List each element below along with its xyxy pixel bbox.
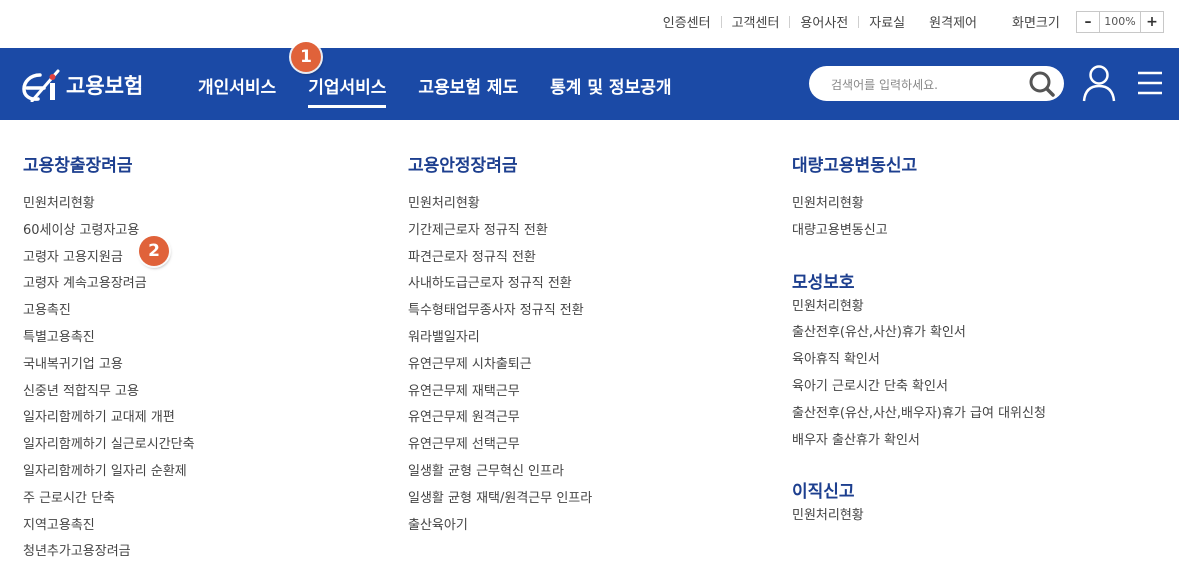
search-input[interactable]: [829, 74, 1023, 96]
util-link-remote-control[interactable]: 원격제어: [915, 12, 987, 31]
zoom-value: 100%: [1099, 12, 1141, 32]
main-nav: 개인서비스 기업서비스 고용보험 제도 통계 및 정보공개: [198, 73, 672, 108]
menu-item[interactable]: 민원처리현황: [792, 294, 1046, 321]
menu-item[interactable]: 일생활 균형 재택/원격근무 인프라: [408, 486, 592, 513]
menu-group-title[interactable]: 대량고용변동신고: [792, 155, 1046, 177]
menu-column-employment-stability: 고용안정장려금 민원처리현황 기간제근로자 정규직 전환 파견근로자 정규직 전…: [408, 155, 592, 539]
menu-item[interactable]: 사내하도급근로자 정규직 전환: [408, 271, 592, 298]
nav-statistics[interactable]: 통계 및 정보공개: [550, 73, 671, 104]
menu-item[interactable]: 청년추가고용장려금: [23, 539, 195, 566]
menu-item[interactable]: 대량고용변동신고: [792, 218, 1046, 245]
menu-item[interactable]: 육아휴직 확인서: [792, 347, 1046, 374]
util-link-customer-center[interactable]: 고객센터: [722, 12, 790, 31]
menu-item[interactable]: 특수형태업무종사자 정규직 전환: [408, 298, 592, 325]
main-header: 고용보험 개인서비스 기업서비스 고용보험 제도 통계 및 정보공개: [0, 48, 1179, 120]
menu-item[interactable]: 배우자 출산휴가 확인서: [792, 428, 1046, 455]
hamburger-menu-icon[interactable]: [1137, 70, 1163, 96]
zoom-control: – 100% +: [1076, 11, 1164, 33]
menu-item[interactable]: 일자리함께하기 일자리 순환제: [23, 459, 195, 486]
menu-item[interactable]: 민원처리현황: [408, 191, 592, 218]
menu-item[interactable]: 지역고용촉진: [23, 513, 195, 540]
menu-group-title[interactable]: 모성보호: [792, 272, 1046, 294]
menu-item[interactable]: 민원처리현황: [23, 191, 195, 218]
menu-item[interactable]: 주 근로시간 단축: [23, 486, 195, 513]
menu-list: 민원처리현황 출산전후(유산,사산)휴가 확인서 육아휴직 확인서 육아기 근로…: [792, 294, 1046, 455]
menu-item[interactable]: 육아기 근로시간 단축 확인서: [792, 374, 1046, 401]
menu-item[interactable]: 국내복귀기업 고용: [23, 352, 195, 379]
menu-item[interactable]: 민원처리현황: [792, 191, 1046, 218]
util-link-library[interactable]: 자료실: [859, 12, 915, 31]
logo-icon: [22, 69, 60, 102]
menu-group-title[interactable]: 고용안정장려금: [408, 155, 592, 177]
step-badge-1: 1: [291, 42, 321, 72]
menu-item[interactable]: 유연근무제 원격근무: [408, 405, 592, 432]
menu-item[interactable]: 고령자 고용지원금: [23, 245, 195, 272]
menu-item[interactable]: 일자리함께하기 실근로시간단축: [23, 432, 195, 459]
menu-item[interactable]: 기간제근로자 정규직 전환: [408, 218, 592, 245]
menu-list: 민원처리현황 기간제근로자 정규직 전환 파견근로자 정규직 전환 사내하도급근…: [408, 191, 592, 539]
menu-item[interactable]: 고령자 계속고용장려금: [23, 271, 195, 298]
menu-column-employment-creation: 고용창출장려금 민원처리현황 60세이상 고령자고용 고령자 고용지원금 고령자…: [23, 155, 195, 566]
nav-insurance-system[interactable]: 고용보험 제도: [418, 73, 518, 104]
nav-personal-services[interactable]: 개인서비스: [198, 73, 276, 104]
menu-item[interactable]: 유연근무제 재택근무: [408, 379, 592, 406]
user-icon[interactable]: [1082, 64, 1116, 102]
zoom-out-button[interactable]: –: [1077, 12, 1099, 32]
menu-item[interactable]: 파견근로자 정규직 전환: [408, 245, 592, 272]
utility-bar: 인증센터 고객센터 용어사전 자료실 원격제어 화면크기 – 100% +: [0, 0, 1179, 48]
util-link-cert-center[interactable]: 인증센터: [653, 12, 721, 31]
menu-item[interactable]: 유연근무제 선택근무: [408, 432, 592, 459]
logo-text: 고용보험: [66, 74, 144, 98]
menu-item[interactable]: 유연근무제 시차출퇴근: [408, 352, 592, 379]
menu-list: 민원처리현황 대량고용변동신고: [792, 191, 1046, 245]
menu-item[interactable]: 특별고용촉진: [23, 325, 195, 352]
menu-item[interactable]: 고용촉진: [23, 298, 195, 325]
menu-list: 민원처리현황: [792, 503, 1046, 530]
menu-item[interactable]: 워라밸일자리: [408, 325, 592, 352]
menu-group-title[interactable]: 고용창출장려금: [23, 155, 195, 177]
search-icon[interactable]: [1028, 70, 1056, 98]
menu-item[interactable]: 일자리함께하기 교대제 개편: [23, 405, 195, 432]
utility-links: 인증센터 고객센터 용어사전 자료실 원격제어: [653, 12, 987, 31]
menu-item[interactable]: 일생활 균형 근무혁신 인프라: [408, 459, 592, 486]
menu-list: 민원처리현황 60세이상 고령자고용 고령자 고용지원금 고령자 계속고용장려금…: [23, 191, 195, 566]
menu-item[interactable]: 출산육아기: [408, 513, 592, 540]
menu-item[interactable]: 출산전후(유산,사산)휴가 확인서: [792, 320, 1046, 347]
menu-item[interactable]: 60세이상 고령자고용: [23, 218, 195, 245]
menu-item[interactable]: 민원처리현황: [792, 503, 1046, 530]
nav-business-services[interactable]: 기업서비스: [308, 73, 387, 108]
site-logo[interactable]: 고용보험: [22, 68, 143, 102]
menu-item[interactable]: 출산전후(유산,사산,배우자)휴가 급여 대위신청: [792, 401, 1046, 428]
menu-item[interactable]: 신중년 적합직무 고용: [23, 379, 195, 406]
menu-column-reports: 대량고용변동신고 민원처리현황 대량고용변동신고 모성보호 민원처리현황 출산전…: [792, 155, 1046, 530]
zoom-in-button[interactable]: +: [1141, 12, 1163, 32]
search-box: [809, 66, 1064, 101]
zoom-label: 화면크기: [1012, 16, 1060, 31]
menu-group-title[interactable]: 이직신고: [792, 481, 1046, 503]
util-link-glossary[interactable]: 용어사전: [790, 12, 858, 31]
